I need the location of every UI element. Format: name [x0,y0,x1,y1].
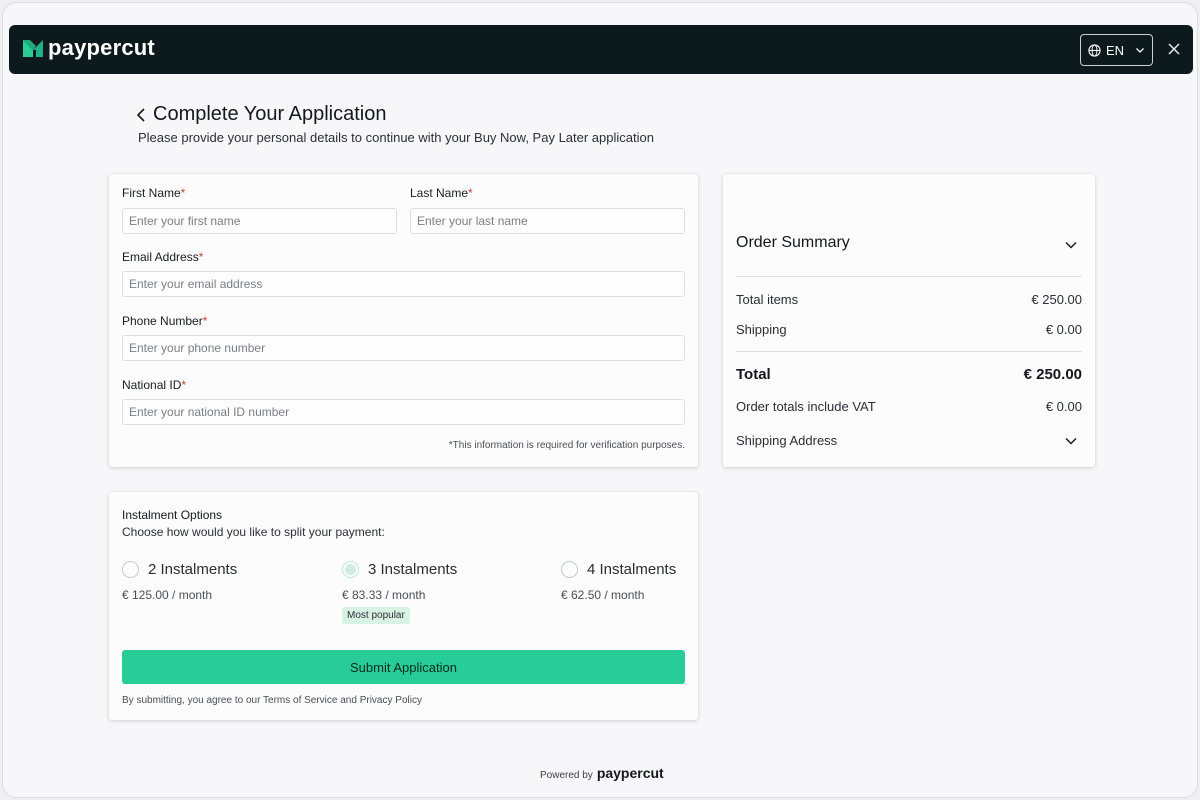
last-name-label: Last Name* [410,186,473,200]
total-items-label: Total items [736,292,799,307]
chevron-down-icon [1136,48,1145,53]
instalment-option-label: 3 Instalments [368,561,458,578]
radio-button[interactable] [122,561,139,578]
order-summary-title: Order Summary [736,234,850,251]
total-row: Total € 250.00 [736,366,1082,383]
verification-note: *This information is required for verifi… [448,440,685,451]
globe-icon [1088,43,1101,57]
brand-logo: paypercut [22,37,155,59]
first-name-label: First Name* [122,186,186,200]
vat-value: € 0.00 [1045,399,1082,414]
shipping-address-label: Shipping Address [736,433,838,448]
radio-button[interactable] [561,561,578,578]
top-bar: paypercut EN [9,25,1193,74]
total-items-value: € 250.00 [1031,292,1082,307]
instalment-option-price: € 125.00 / month [122,588,213,602]
phone-input[interactable] [122,335,685,361]
page-title: Complete Your Application [153,103,387,125]
language-selector[interactable]: EN [1080,34,1153,66]
order-summary-card: Order Summary Total items € 250.00 Shipp… [723,174,1095,467]
footer-brand-name: paypercut [596,765,664,781]
close-icon[interactable] [1165,40,1183,58]
instalment-options-subtitle: Choose how would you like to split your … [122,525,385,539]
total-items-row: Total items € 250.00 [736,292,1082,307]
shipping-value: € 0.00 [1045,322,1082,337]
total-label: Total [736,366,771,383]
radio-button-selected[interactable] [342,561,359,578]
instalment-options-card: Instalment Options Choose how would you … [109,492,698,720]
most-popular-badge: Most popular [342,607,410,624]
instalment-option-label: 2 Instalments [148,561,238,578]
order-summary-chevron-down-icon[interactable] [1064,240,1078,250]
powered-by-footer: Powered by paypercut [540,765,664,781]
national-id-input[interactable] [122,399,685,425]
first-name-input[interactable] [122,208,397,234]
divider [736,276,1082,277]
powered-by-label: Powered by [540,770,593,781]
national-id-label: National ID* [122,378,187,392]
personal-details-card: First Name* Last Name* Email Address* Ph… [109,174,698,467]
language-label: EN [1106,42,1125,58]
back-chevron-icon[interactable] [135,107,149,123]
shipping-address-row[interactable]: Shipping Address [736,433,1082,448]
instalment-option-price: € 83.33 / month [342,588,426,602]
divider [736,351,1082,352]
shipping-row: Shipping € 0.00 [736,322,1082,337]
phone-label: Phone Number* [122,314,208,328]
vat-label: Order totals include VAT [736,399,876,414]
email-input[interactable] [122,271,685,297]
instalment-option-price: € 62.50 / month [561,588,645,602]
email-label: Email Address* [122,250,204,264]
app-window: paypercut EN Complete Your Application P… [2,2,1198,798]
brand-name: paypercut [48,35,155,60]
submit-application-button[interactable]: Submit Application [122,650,685,684]
shipping-address-chevron-down-icon[interactable] [1064,436,1078,446]
instalment-option-label: 4 Instalments [587,561,677,578]
page-subtitle: Please provide your personal details to … [138,130,654,145]
paypercut-logo-icon [23,40,43,57]
last-name-input[interactable] [410,208,685,234]
shipping-label: Shipping [736,322,787,337]
instalment-options-title: Instalment Options [122,508,223,522]
terms-notice: By submitting, you agree to our Terms of… [122,695,422,706]
vat-row: Order totals include VAT € 0.00 [736,399,1082,414]
total-value: € 250.00 [1023,366,1082,383]
